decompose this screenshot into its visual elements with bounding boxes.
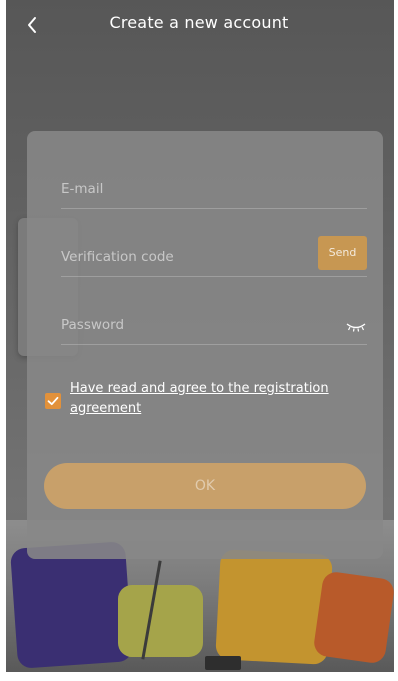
- password-input[interactable]: [61, 314, 311, 336]
- check-icon: [47, 396, 59, 406]
- send-code-button[interactable]: Send: [318, 236, 367, 270]
- eye-closed-icon[interactable]: [345, 320, 367, 334]
- password-field: [61, 300, 367, 345]
- agreement-checkbox[interactable]: [45, 393, 61, 409]
- email-field: [61, 164, 367, 209]
- registration-agreement-link[interactable]: Have read and agree to the registration …: [70, 379, 365, 419]
- orange-pillow: [312, 570, 396, 665]
- agreement-row: Have read and agree to the registration …: [45, 379, 365, 419]
- registration-card: Send Have read and agree to the registra…: [27, 131, 383, 559]
- top-bar: Create a new account: [0, 0, 398, 50]
- frame-left-edge: [0, 0, 6, 681]
- verification-code-field: Send: [61, 232, 367, 277]
- ok-button[interactable]: OK: [44, 463, 366, 509]
- frame-right-edge: [394, 0, 398, 681]
- frame-bottom-edge: [0, 672, 398, 681]
- create-account-screen: Create a new account Send: [0, 0, 398, 681]
- navy-pillow: [9, 541, 134, 669]
- verification-code-input[interactable]: [61, 246, 311, 268]
- email-input[interactable]: [61, 178, 311, 200]
- lime-pillow: [118, 585, 203, 657]
- floor-object: [205, 656, 241, 670]
- page-title: Create a new account: [109, 13, 289, 32]
